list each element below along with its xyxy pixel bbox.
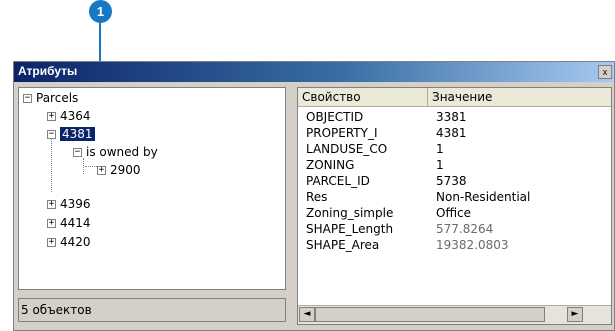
properties-panel[interactable]: Свойство Значение OBJECTID 3381 PROPERTY_… [297,87,612,325]
property-row[interactable]: OBJECTID 3381 [298,109,611,125]
expand-icon[interactable]: + [47,200,56,209]
title-bar[interactable]: Атрибуты x [14,62,614,82]
close-icon[interactable]: x [598,65,612,79]
attributes-window: Атрибуты x − Parcels +4364 −4381 − is owne… [13,61,615,331]
property-key: PARCEL_ID [306,174,370,188]
tree-connector [51,138,52,192]
collapse-icon[interactable]: − [23,94,32,103]
property-value: 5738 [436,174,467,188]
property-key: SHAPE_Length [306,222,394,236]
property-row[interactable]: Zoning_simple Office [298,205,611,221]
feature-tree[interactable]: − Parcels +4364 −4381 − is owned by +2900 … [18,87,286,290]
tree-node-label-selected: 4381 [60,127,95,141]
property-value: 577.8264 [436,222,494,236]
property-key: Zoning_simple [306,206,394,220]
window-title: Атрибуты [18,64,78,78]
tree-item-4414[interactable]: +4414 [47,215,91,231]
scroll-right-icon[interactable]: ► [567,307,583,322]
property-key: Res [306,190,328,204]
property-row[interactable]: PROPERTY_I 4381 [298,125,611,141]
expand-icon[interactable]: + [47,219,56,228]
property-value: 3381 [436,110,467,124]
property-value: Office [436,206,472,220]
column-header-value[interactable]: Значение [428,88,611,106]
property-row[interactable]: SHAPE_Length 577.8264 [298,221,611,237]
property-row[interactable]: SHAPE_Area 19382.0803 [298,237,611,253]
property-key: SHAPE_Area [306,238,380,252]
collapse-icon[interactable]: − [47,130,56,139]
status-bar: 5 объектов [18,298,286,322]
property-value: 1 [436,158,444,172]
property-value: 1 [436,142,444,156]
scroll-left-icon[interactable]: ◄ [299,307,315,322]
tree-item-2900[interactable]: +2900 [97,162,141,178]
tree-node-label: Parcels [36,91,79,105]
tree-item-4396[interactable]: +4396 [47,196,91,212]
property-value: 19382.0803 [436,238,509,252]
tree-node-label: 4364 [60,109,91,123]
expand-icon[interactable]: + [47,238,56,247]
tree-root-parcels[interactable]: − Parcels [23,90,78,106]
property-key: PROPERTY_I [306,126,378,140]
horizontal-scrollbar[interactable]: ◄ ► [298,305,611,324]
tree-item-4381[interactable]: −4381 [47,126,95,142]
property-value: Non-Residential [436,190,531,204]
expand-icon[interactable]: + [97,166,106,175]
property-row[interactable]: Res Non-Residential [298,189,611,205]
tree-node-label: is owned by [86,145,158,159]
tree-item-is-owned-by[interactable]: − is owned by [73,144,158,160]
tree-node-label: 4420 [60,235,91,249]
property-key: OBJECTID [306,110,364,124]
column-header-property[interactable]: Свойство [298,88,428,106]
property-row[interactable]: ZONING 1 [298,157,611,173]
tree-connector [83,158,84,174]
collapse-icon[interactable]: − [73,148,82,157]
callout-badge: 1 [89,0,112,23]
tree-node-label: 2900 [110,163,141,177]
property-value: 4381 [436,126,467,140]
properties-header: Свойство Значение [298,88,611,107]
tree-node-label: 4396 [60,197,91,211]
tree-item-4420[interactable]: +4420 [47,234,91,250]
property-row[interactable]: PARCEL_ID 5738 [298,173,611,189]
property-key: LANDUSE_CO [306,142,388,156]
property-row[interactable]: LANDUSE_CO 1 [298,141,611,157]
tree-item-4364[interactable]: +4364 [47,108,91,124]
tree-connector [85,166,97,167]
property-key: ZONING [306,158,355,172]
expand-icon[interactable]: + [47,112,56,121]
scroll-thumb[interactable] [315,307,545,322]
tree-node-label: 4414 [60,216,91,230]
